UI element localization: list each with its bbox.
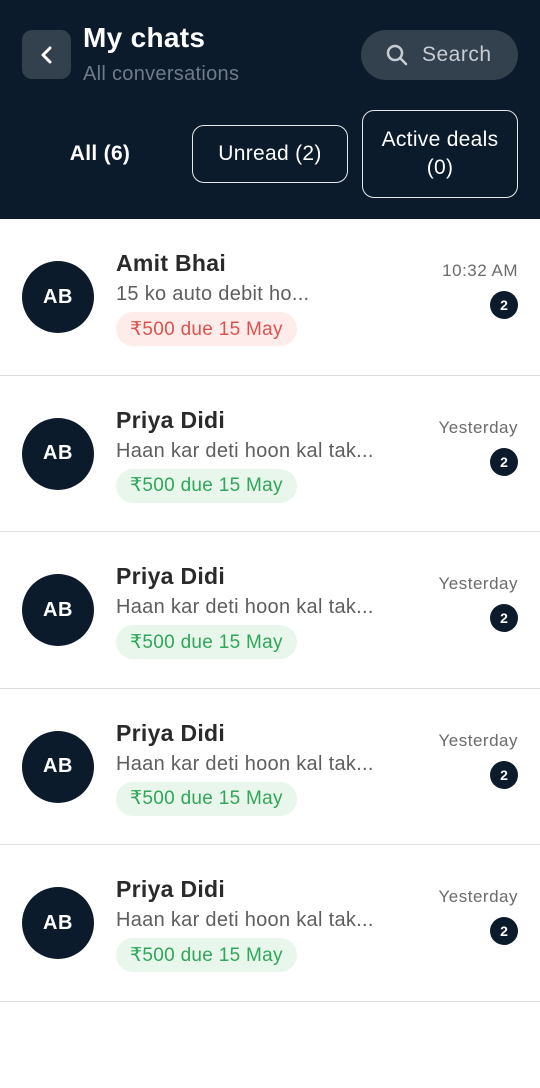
chat-time: Yesterday: [438, 417, 518, 437]
unread-count-badge: 2: [490, 604, 518, 633]
chat-name: Priya Didi: [116, 876, 226, 903]
chat-preview: Haan kar deti hoon kal tak...: [116, 439, 374, 462]
chat-row[interactable]: AB Priya Didi Haan kar deti hoon kal tak…: [0, 532, 540, 689]
chat-row[interactable]: AB Amit Bhai 15 ko auto debit ho... ₹500…: [0, 219, 540, 376]
page-title: My chats: [83, 22, 206, 53]
app-header: My chats All conversations Search All (6…: [0, 0, 540, 219]
unread-count-badge: 2: [490, 447, 518, 476]
chevron-left-icon: [41, 46, 51, 63]
chat-preview: 15 ko auto debit ho...: [116, 283, 310, 305]
chat-name: Priya Didi: [116, 719, 226, 746]
chat-name: Priya Didi: [116, 563, 226, 590]
chat-preview: Haan kar deti hoon kal tak...: [116, 596, 374, 619]
chat-time: Yesterday: [438, 574, 518, 594]
tab-unread[interactable]: Unread (2): [192, 125, 348, 183]
chat-preview: Haan kar deti hoon kal tak...: [116, 909, 374, 932]
search-icon: [386, 44, 408, 66]
avatar: AB: [22, 887, 94, 960]
avatar: AB: [22, 261, 94, 333]
chat-list: AB Amit Bhai 15 ko auto debit ho... ₹500…: [0, 219, 540, 1002]
chat-time: 10:32 AM: [442, 261, 518, 280]
unread-count-badge: 2: [490, 760, 518, 789]
due-badge: ₹500 due 15 May: [116, 312, 297, 346]
avatar: AB: [22, 417, 94, 490]
due-badge: ₹500 due 15 May: [116, 625, 297, 660]
unread-count-badge: 2: [490, 917, 518, 946]
avatar: AB: [22, 574, 94, 647]
chat-row[interactable]: AB Priya Didi Haan kar deti hoon kal tak…: [0, 689, 540, 846]
chat-row[interactable]: AB Priya Didi Haan kar deti hoon kal tak…: [0, 376, 540, 533]
chat-time: Yesterday: [438, 887, 518, 907]
chat-time: Yesterday: [438, 730, 518, 750]
search-label: Search: [422, 43, 492, 66]
due-badge: ₹500 due 15 May: [116, 468, 297, 503]
chat-name: Priya Didi: [116, 406, 226, 433]
back-button[interactable]: [22, 30, 71, 79]
due-badge: ₹500 due 15 May: [116, 938, 297, 973]
search-button[interactable]: Search: [361, 30, 518, 80]
unread-count-badge: 2: [490, 291, 518, 319]
avatar: AB: [22, 730, 94, 803]
chat-name: Amit Bhai: [116, 250, 227, 276]
chat-row[interactable]: AB Priya Didi Haan kar deti hoon kal tak…: [0, 845, 540, 1002]
tab-all[interactable]: All (6): [30, 126, 170, 182]
page-subtitle: All conversations: [83, 63, 240, 85]
due-badge: ₹500 due 15 May: [116, 781, 297, 816]
tab-active-deals[interactable]: Active deals (0): [362, 110, 518, 198]
chat-preview: Haan kar deti hoon kal tak...: [116, 752, 374, 775]
